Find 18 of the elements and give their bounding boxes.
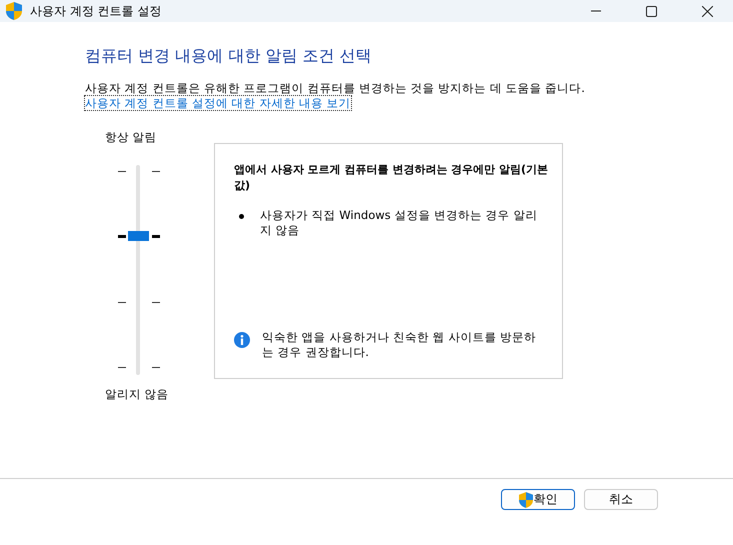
info-icon	[234, 332, 250, 348]
window-title: 사용자 계정 컨트롤 설정	[30, 2, 162, 20]
slider-top-label: 항상 알림	[105, 130, 157, 145]
close-icon[interactable]	[702, 6, 713, 16]
bullet-icon	[239, 214, 244, 219]
ok-button[interactable]: 확인	[501, 489, 575, 510]
heading: 컴퓨터 변경 내용에 대한 알림 조건 선택	[85, 46, 373, 67]
shield-icon	[518, 492, 532, 508]
shield-icon	[6, 2, 22, 20]
description: 사용자 계정 컨트롤은 유해한 프로그램이 컴퓨터를 변경하는 것을 방지하는 데 도움을 줍니다.	[85, 81, 586, 96]
panel-title: 앱에서 사용자 모르게 컴퓨터를 변경하려는 경우에만 알림(기본값)	[234, 162, 550, 194]
slider-bottom-label: 알리지 않음	[105, 387, 169, 402]
help-link[interactable]: 사용자 계정 컨트롤 설정에 대한 자세한 내용 보기	[85, 96, 351, 110]
slider-thumb[interactable]	[128, 230, 149, 241]
recommendation-note: 익숙한 앱을 사용하거나 친숙한 웹 사이트를 방문하는 경우 권장합니다.	[262, 330, 537, 360]
cancel-button[interactable]: 취소	[584, 489, 658, 510]
bullet-text: 사용자가 직접 Windows 설정을 변경하는 경우 알리지 않음	[260, 208, 538, 238]
maximize-icon[interactable]	[646, 6, 657, 16]
